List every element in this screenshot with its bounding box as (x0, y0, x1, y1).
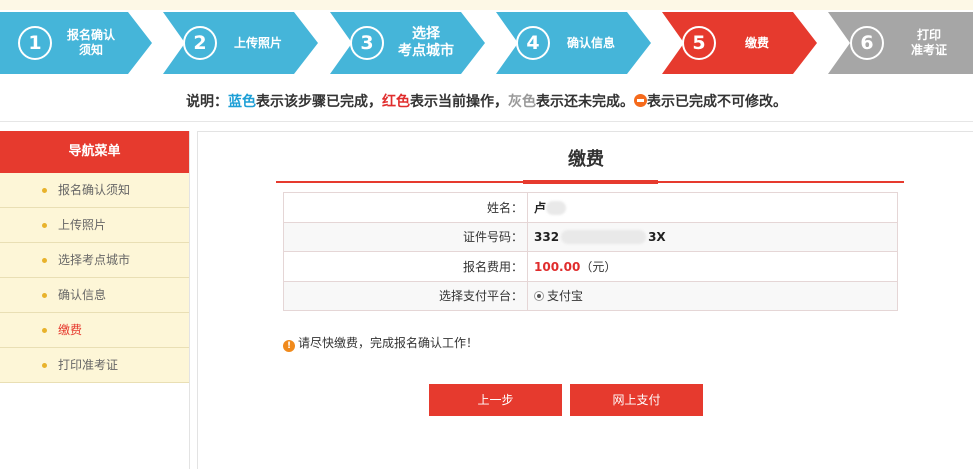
legend-red-desc: 表示当前操作， (410, 94, 508, 110)
table-row: 姓名： 卢 (283, 192, 898, 223)
bullet-icon (42, 328, 47, 333)
redacted-mask (546, 201, 567, 216)
step-1-number: 1 (18, 26, 52, 60)
main-panel: 缴费 姓名： 卢 证件号码： 332 3X 报名费用： 100.00（元） 选择支… (197, 131, 973, 469)
sidebar-item-photo[interactable]: 上传照片 (0, 208, 189, 243)
page-title: 缴费 (568, 149, 604, 170)
sidebar-item-label: 报名确认须知 (58, 183, 131, 197)
sidebar: 导航菜单 报名确认须知 上传照片 选择考点城市 确认信息 缴费 打印准考证 (0, 131, 190, 469)
step-3: 3 选择 考点城市 (330, 12, 485, 74)
name-value: 卢 (527, 192, 898, 223)
id-suffix: 3X (648, 229, 666, 244)
legend-red-word: 红色 (382, 94, 410, 110)
id-prefix: 332 (534, 229, 560, 244)
step-1-label: 报名确认 须知 (66, 28, 115, 57)
sidebar-item-label: 打印准考证 (58, 358, 119, 372)
step-progress: 1 报名确认 须知 2 上传照片 3 选择 考点城市 4 确认信息 5 缴费 6 打… (0, 12, 973, 74)
legend-blue-word: 蓝色 (228, 94, 256, 110)
redacted-mask (561, 230, 647, 244)
payment-info-table: 姓名： 卢 证件号码： 332 3X 报名费用： 100.00（元） 选择支付平台… (283, 192, 898, 311)
legend-icon-desc: 表示已完成不可修改。 (647, 94, 787, 110)
notice-text: 请尽快缴费，完成报名确认工作！ (298, 336, 479, 350)
step-5-number: 5 (682, 26, 716, 60)
table-row: 选择支付平台： 支付宝 (283, 280, 898, 311)
id-value: 332 3X (527, 221, 898, 252)
step-3-label: 选择 考点城市 (398, 26, 454, 59)
alipay-radio[interactable] (534, 291, 544, 302)
bullet-icon (42, 293, 47, 298)
top-strip (0, 0, 973, 10)
locked-circle-icon (634, 94, 647, 107)
step-6: 6 打印 准考证 (828, 12, 973, 74)
legend-prefix: 说明： (186, 94, 228, 110)
sidebar-item-label: 上传照片 (58, 218, 107, 232)
fee-label: 报名费用： (283, 251, 528, 282)
sidebar-item-label: 选择考点城市 (58, 253, 131, 267)
step-2-label: 上传照片 (233, 35, 282, 50)
notice: ! 请尽快缴费，完成报名确认工作！ (283, 336, 478, 352)
step-2: 2 上传照片 (163, 12, 318, 74)
legend-gray-desc: 表示还未完成。 (536, 94, 634, 110)
pay-platform-label: 选择支付平台： (283, 280, 528, 311)
sidebar-item-payment[interactable]: 缴费 (0, 313, 189, 348)
step-6-number: 6 (850, 26, 884, 60)
title-underline-accent (523, 180, 658, 184)
bullet-icon (42, 258, 47, 263)
sidebar-item-confirm[interactable]: 确认信息 (0, 278, 189, 313)
fee-unit: （元） (580, 259, 617, 274)
sidebar-item-print[interactable]: 打印准考证 (0, 348, 189, 383)
bullet-icon (42, 363, 47, 368)
sidebar-item-label: 确认信息 (58, 288, 107, 302)
step-6-label: 打印 准考证 (910, 28, 947, 57)
name-value-text: 卢 (534, 200, 547, 215)
prev-step-button[interactable]: 上一步 (429, 384, 562, 416)
online-pay-button[interactable]: 网上支付 (570, 384, 703, 416)
step-4-label: 确认信息 (566, 35, 615, 50)
step-4: 4 确认信息 (496, 12, 651, 74)
step-4-number: 4 (516, 26, 550, 60)
fee-value: 100.00（元） (527, 251, 898, 282)
legend-gray-word: 灰色 (508, 94, 536, 110)
name-label: 姓名： (283, 192, 528, 223)
legend-blue-desc: 表示该步骤已完成， (256, 94, 382, 110)
bullet-icon (42, 188, 47, 193)
table-row: 报名费用： 100.00（元） (283, 251, 898, 282)
info-icon: ! (283, 340, 295, 352)
sidebar-item-label: 缴费 (58, 323, 83, 337)
legend-text: 说明：蓝色表示该步骤已完成，红色表示当前操作，灰色表示还未完成。 表示已完成不可修… (0, 83, 973, 121)
fee-amount: 100.00 (534, 259, 581, 274)
sidebar-item-city[interactable]: 选择考点城市 (0, 243, 189, 278)
alipay-label[interactable]: 支付宝 (547, 289, 583, 303)
divider (0, 121, 973, 122)
step-3-number: 3 (350, 26, 384, 60)
id-label: 证件号码： (283, 221, 528, 252)
step-5: 5 缴费 (662, 12, 817, 74)
step-2-number: 2 (183, 26, 217, 60)
sidebar-title: 导航菜单 (0, 131, 189, 173)
bullet-icon (42, 223, 47, 228)
sidebar-item-notice[interactable]: 报名确认须知 (0, 173, 189, 208)
table-row: 证件号码： 332 3X (283, 221, 898, 252)
pay-platform-value[interactable]: 支付宝 (527, 280, 898, 311)
step-5-label: 缴费 (744, 35, 769, 50)
step-1: 1 报名确认 须知 (0, 12, 152, 74)
